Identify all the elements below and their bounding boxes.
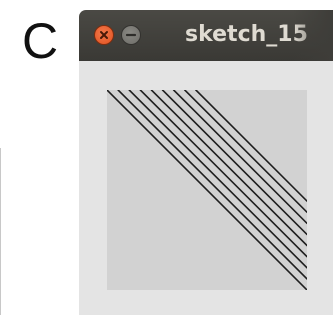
title-fade — [293, 10, 333, 61]
window-titlebar[interactable]: sketch_15 — [79, 10, 333, 61]
left-divider — [0, 148, 1, 315]
minimize-button[interactable] — [121, 25, 141, 45]
minimize-icon — [125, 33, 137, 37]
close-icon — [100, 31, 108, 39]
sketch-canvas — [107, 90, 307, 290]
close-button[interactable] — [94, 25, 114, 45]
window-title: sketch_15 — [185, 22, 308, 47]
panel-label: C — [22, 13, 59, 69]
window-body — [79, 61, 333, 315]
sketch-window: sketch_15 — [79, 10, 333, 315]
